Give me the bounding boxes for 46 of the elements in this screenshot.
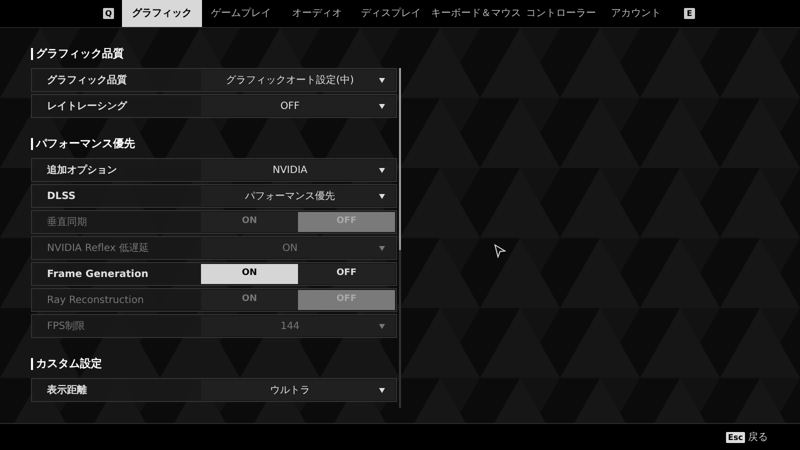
esc-key: Esc <box>726 432 745 442</box>
caret-icon <box>379 388 385 392</box>
setting-label: Ray Reconstruction <box>46 294 145 308</box>
setting-label: 表示距離 <box>46 384 88 398</box>
caret-icon <box>379 104 385 108</box>
dropdown[interactable]: ウルトラ <box>201 380 395 400</box>
previous-tab-key[interactable]: Q <box>103 8 114 19</box>
caret-icon <box>379 246 385 250</box>
setting-row[interactable]: 追加オプション NVIDIA <box>31 158 397 182</box>
scrollbar-thumb[interactable] <box>399 68 401 250</box>
setting-label: Frame Generation <box>46 268 150 282</box>
caret-icon <box>379 194 385 198</box>
caret-icon <box>379 324 385 328</box>
setting-label: NVIDIA Reflex 低遅延 <box>46 242 150 256</box>
dropdown[interactable]: グラフィックオート設定(中) <box>201 70 395 90</box>
setting-label: 追加オプション <box>46 163 118 178</box>
caret-icon <box>379 168 385 172</box>
tab[interactable]: キーボード＆マウス <box>428 0 524 27</box>
dropdown[interactable]: OFF <box>201 96 395 116</box>
tab[interactable]: オーディオ <box>280 0 354 27</box>
tab[interactable]: ゲームプレイ <box>202 0 280 27</box>
setting-label: 垂直同期 <box>46 216 88 230</box>
tab[interactable]: コントローラー <box>524 0 598 27</box>
back-label[interactable]: 戻る <box>748 430 768 444</box>
next-tab-key[interactable]: E <box>684 8 695 19</box>
section-heading: カスタム設定 <box>36 356 102 372</box>
dropdown[interactable]: NVIDIA <box>201 160 395 180</box>
setting-row[interactable]: Frame Generation ON OFF <box>31 262 397 286</box>
section-heading: グラフィック品質 <box>36 46 124 62</box>
tab[interactable]: グラフィック <box>122 0 202 27</box>
setting-label: DLSS <box>46 190 77 204</box>
setting-label: FPS制限 <box>46 320 86 334</box>
tab[interactable]: アカウント <box>598 0 674 27</box>
setting-row[interactable]: DLSS パフォーマンス優先 <box>31 184 397 208</box>
setting-row[interactable]: レイトレーシング OFF <box>31 94 397 118</box>
setting-label: グラフィック品質 <box>46 74 128 88</box>
dropdown[interactable]: パフォーマンス優先 <box>201 186 395 206</box>
toggle-option[interactable]: OFF <box>298 264 395 284</box>
setting-label: レイトレーシング <box>46 100 128 114</box>
mouse-cursor-icon <box>494 244 506 258</box>
setting-row[interactable]: 表示距離 ウルトラ <box>31 378 397 402</box>
section-heading: パフォーマンス優先 <box>36 136 135 152</box>
tab[interactable]: ディスプレイ <box>354 0 428 27</box>
setting-row[interactable]: グラフィック品質 グラフィックオート設定(中) <box>31 68 397 92</box>
toggle-option[interactable]: ON <box>201 264 298 284</box>
caret-icon <box>379 78 385 82</box>
